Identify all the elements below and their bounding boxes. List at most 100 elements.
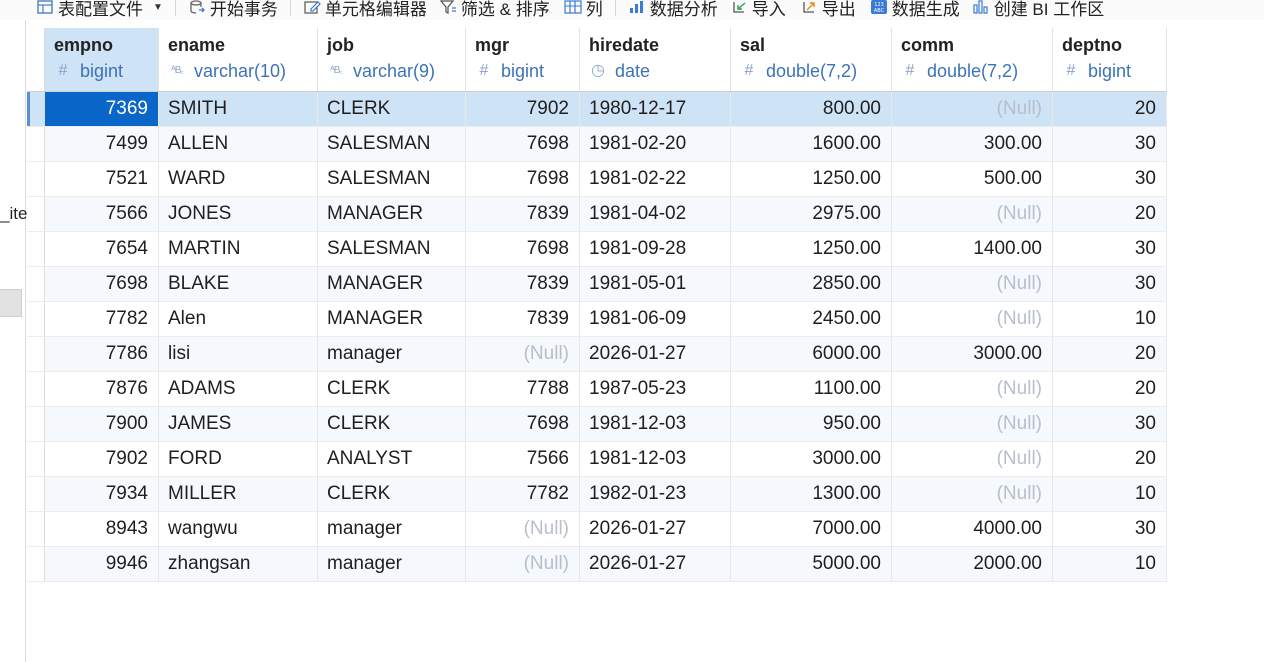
cell-mgr[interactable]: 7698 [466, 127, 580, 161]
cell-ename[interactable]: FORD [159, 442, 318, 476]
cell-ename[interactable]: MILLER [159, 477, 318, 511]
cell-empno[interactable]: 7654 [45, 232, 159, 266]
cell-deptno[interactable]: 20 [1053, 92, 1167, 126]
cell-empno[interactable]: 7876 [45, 372, 159, 406]
cell-hiredate[interactable]: 1982-01-23 [580, 477, 731, 511]
export-button[interactable]: 导出 [800, 0, 856, 19]
cell-sal[interactable]: 1250.00 [731, 162, 892, 196]
cell-mgr[interactable]: (Null) [466, 547, 580, 581]
row-header[interactable] [27, 232, 45, 266]
columns-button[interactable]: 列 [564, 0, 603, 19]
column-header-hiredate[interactable]: hiredate ◷ date [580, 28, 731, 91]
cell-deptno[interactable]: 20 [1053, 372, 1167, 406]
cell-deptno[interactable]: 10 [1053, 477, 1167, 511]
row-header[interactable] [27, 302, 45, 336]
cell-hiredate[interactable]: 1981-02-20 [580, 127, 731, 161]
cell-deptno[interactable]: 20 [1053, 337, 1167, 371]
cell-sal[interactable]: 1600.00 [731, 127, 892, 161]
table-row[interactable]: 7934 MILLER CLERK 7782 1982-01-23 1300.00 (Nul… [27, 477, 1167, 512]
table-row[interactable]: 9946 zhangsan manager (Null) 2026-01-27 5000.… [27, 547, 1167, 582]
table-row[interactable]: 7876 ADAMS CLERK 7788 1987-05-23 1100.00 (Null… [27, 372, 1167, 407]
cell-job[interactable]: manager [318, 512, 466, 546]
begin-transaction-button[interactable]: 开始事务 [188, 0, 278, 19]
cell-hiredate[interactable]: 1987-05-23 [580, 372, 731, 406]
cell-sal[interactable]: 950.00 [731, 407, 892, 441]
cell-deptno[interactable]: 30 [1053, 162, 1167, 196]
cell-comm[interactable]: 500.00 [892, 162, 1053, 196]
cell-job[interactable]: SALESMAN [318, 232, 466, 266]
cell-deptno[interactable]: 10 [1053, 302, 1167, 336]
cell-ename[interactable]: MARTIN [159, 232, 318, 266]
cell-deptno[interactable]: 30 [1053, 512, 1167, 546]
cell-ename[interactable]: SMITH [159, 92, 318, 126]
cell-mgr[interactable]: (Null) [466, 337, 580, 371]
cell-mgr[interactable]: (Null) [466, 512, 580, 546]
row-header[interactable] [27, 442, 45, 476]
cell-ename[interactable]: ALLEN [159, 127, 318, 161]
table-row[interactable]: 7786 lisi manager (Null) 2026-01-27 6000.00 30… [27, 337, 1167, 372]
cell-job[interactable]: MANAGER [318, 267, 466, 301]
cell-comm[interactable]: 1400.00 [892, 232, 1053, 266]
table-row[interactable]: 8943 wangwu manager (Null) 2026-01-27 7000.00… [27, 512, 1167, 547]
cell-comm[interactable]: (Null) [892, 267, 1053, 301]
cell-empno[interactable]: 7566 [45, 197, 159, 231]
cell-empno[interactable]: 7902 [45, 442, 159, 476]
table-config-button[interactable]: 表配置文件 ▼ [36, 0, 163, 19]
table-row[interactable]: 7698 BLAKE MANAGER 7839 1981-05-01 2850.00 (Nu… [27, 267, 1167, 302]
cell-sal[interactable]: 1100.00 [731, 372, 892, 406]
import-button[interactable]: 导入 [730, 0, 786, 19]
cell-hiredate[interactable]: 1981-12-03 [580, 407, 731, 441]
row-header[interactable] [27, 407, 45, 441]
column-header-mgr[interactable]: mgr # bigint [466, 28, 580, 91]
cell-mgr[interactable]: 7902 [466, 92, 580, 126]
table-row[interactable]: 7369 SMITH CLERK 7902 1980-12-17 800.00 (Null)… [27, 92, 1167, 127]
cell-job[interactable]: CLERK [318, 407, 466, 441]
cell-deptno[interactable]: 30 [1053, 232, 1167, 266]
table-row[interactable]: 7654 MARTIN SALESMAN 7698 1981-09-28 1250.00 1… [27, 232, 1167, 267]
cell-hiredate[interactable]: 1981-02-22 [580, 162, 731, 196]
cell-job[interactable]: manager [318, 337, 466, 371]
row-header[interactable] [27, 197, 45, 231]
cell-comm[interactable]: 3000.00 [892, 337, 1053, 371]
cell-comm[interactable]: (Null) [892, 477, 1053, 511]
table-row[interactable]: 7521 WARD SALESMAN 7698 1981-02-22 1250.00 500… [27, 162, 1167, 197]
cell-comm[interactable]: (Null) [892, 302, 1053, 336]
row-header[interactable] [27, 337, 45, 371]
cell-deptno[interactable]: 20 [1053, 442, 1167, 476]
cell-empno[interactable]: 7782 [45, 302, 159, 336]
row-header[interactable] [27, 547, 45, 581]
cell-ename[interactable]: Alen [159, 302, 318, 336]
table-row[interactable]: 7566 JONES MANAGER 7839 1981-04-02 2975.00 (Nu… [27, 197, 1167, 232]
column-header-deptno[interactable]: deptno # bigint [1053, 28, 1167, 91]
data-generation-button[interactable]: 123 ABC 数据生成 [870, 0, 960, 19]
cell-sal[interactable]: 7000.00 [731, 512, 892, 546]
cell-mgr[interactable]: 7566 [466, 442, 580, 476]
cell-mgr[interactable]: 7839 [466, 267, 580, 301]
cell-hiredate[interactable]: 1981-05-01 [580, 267, 731, 301]
cell-editor-button[interactable]: 单元格编辑器 [303, 0, 427, 19]
cell-sal[interactable]: 1250.00 [731, 232, 892, 266]
cell-comm[interactable]: (Null) [892, 197, 1053, 231]
row-header[interactable] [27, 92, 45, 126]
chevron-down-icon[interactable]: ▼ [153, 2, 163, 13]
row-header-corner[interactable] [27, 28, 45, 91]
cell-sal[interactable]: 2450.00 [731, 302, 892, 336]
cell-job[interactable]: MANAGER [318, 197, 466, 231]
cell-empno[interactable]: 7521 [45, 162, 159, 196]
cell-empno[interactable]: 7698 [45, 267, 159, 301]
cell-deptno[interactable]: 10 [1053, 547, 1167, 581]
cell-comm[interactable]: (Null) [892, 372, 1053, 406]
cell-comm[interactable]: 4000.00 [892, 512, 1053, 546]
cell-comm[interactable]: 2000.00 [892, 547, 1053, 581]
row-header[interactable] [27, 372, 45, 406]
cell-sal[interactable]: 5000.00 [731, 547, 892, 581]
cell-empno[interactable]: 7934 [45, 477, 159, 511]
cell-empno[interactable]: 7499 [45, 127, 159, 161]
cell-empno[interactable]: 9946 [45, 547, 159, 581]
cell-job[interactable]: MANAGER [318, 302, 466, 336]
cell-ename[interactable]: lisi [159, 337, 318, 371]
cell-job[interactable]: SALESMAN [318, 162, 466, 196]
cell-job[interactable]: CLERK [318, 477, 466, 511]
row-header[interactable] [27, 512, 45, 546]
filter-sort-button[interactable]: 筛选 & 排序 [439, 0, 550, 19]
